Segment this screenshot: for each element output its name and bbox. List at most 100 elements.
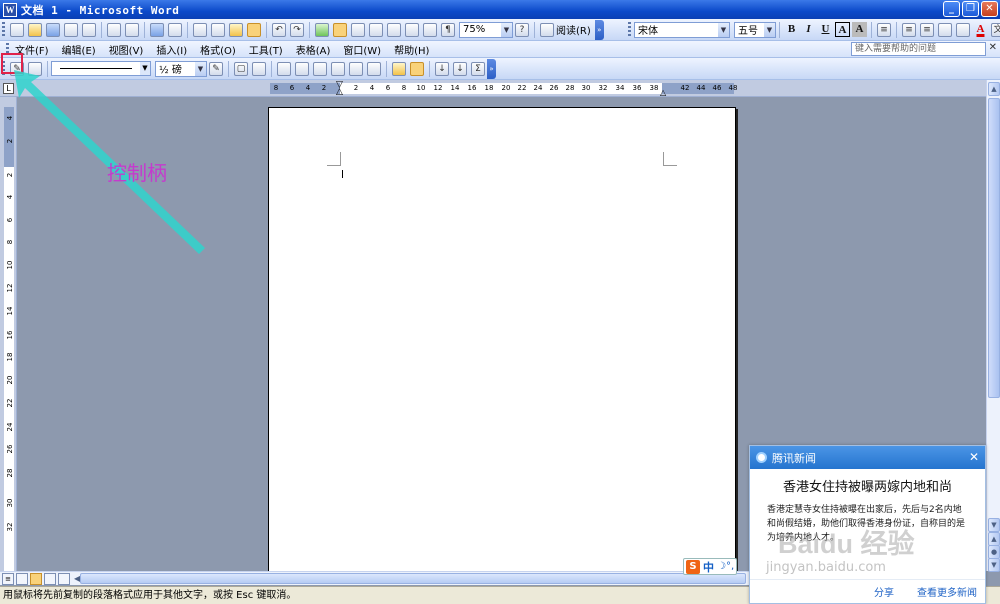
- print-layout-view-icon[interactable]: [30, 572, 42, 585]
- horizontal-scroll-thumb[interactable]: [80, 573, 746, 584]
- minimize-button[interactable]: _: [943, 1, 960, 17]
- increase-indent-icon[interactable]: [956, 22, 970, 37]
- tables-borders-icon[interactable]: [333, 22, 347, 37]
- scroll-thumb[interactable]: [988, 98, 1000, 398]
- bold-button[interactable]: B: [784, 22, 799, 37]
- show-gridlines-icon[interactable]: [410, 61, 424, 76]
- research-icon[interactable]: [168, 22, 182, 37]
- merge-cells-icon[interactable]: [295, 61, 309, 76]
- show-hide-icon[interactable]: ¶: [441, 22, 455, 37]
- font-size-combo[interactable]: 五号 ▼: [734, 21, 776, 38]
- ime-mode-label[interactable]: 中: [703, 559, 714, 575]
- bullets-icon[interactable]: ≡: [920, 22, 934, 37]
- help-search-input[interactable]: 键入需要帮助的问题: [851, 42, 986, 56]
- toolbar-grip[interactable]: [628, 21, 631, 38]
- moon-icon[interactable]: ☽: [717, 561, 726, 572]
- sort-descending-icon[interactable]: ↓: [453, 61, 467, 76]
- scroll-up-button[interactable]: ▲: [988, 82, 1000, 96]
- zoom-combo[interactable]: 75% ▼: [459, 21, 513, 38]
- character-shading-button[interactable]: A: [852, 22, 867, 37]
- vertical-scrollbar[interactable]: ▲ ▼ ▲ ● ▼: [986, 80, 1000, 572]
- distribute-rows-icon[interactable]: [349, 61, 363, 76]
- redo-icon[interactable]: ↷: [290, 22, 304, 37]
- new-document-icon[interactable]: [10, 22, 24, 37]
- decrease-indent-icon[interactable]: [938, 22, 952, 37]
- insert-table-icon[interactable]: [351, 22, 365, 37]
- spelling-icon[interactable]: [150, 22, 164, 37]
- close-document-icon[interactable]: ✕: [989, 42, 997, 53]
- chevron-down-icon[interactable]: ▼: [718, 22, 729, 37]
- scroll-down-button[interactable]: ▼: [988, 518, 1000, 532]
- news-headline[interactable]: 香港女住持被曝两嫁内地和尚: [750, 476, 985, 495]
- columns-icon[interactable]: [387, 22, 401, 37]
- open-icon[interactable]: [28, 22, 42, 37]
- right-indent-marker-icon[interactable]: △: [660, 88, 666, 97]
- menu-edit[interactable]: 编辑(E): [62, 42, 96, 57]
- email-icon[interactable]: [82, 22, 96, 37]
- format-painter-icon[interactable]: [247, 22, 261, 37]
- next-page-button[interactable]: ▼: [988, 558, 1000, 572]
- punctuation-icon[interactable]: °,: [726, 561, 734, 572]
- left-indent-marker-icon[interactable]: ▽ △: [336, 81, 343, 97]
- toolbar-options-icon[interactable]: »: [487, 58, 496, 79]
- underline-button[interactable]: U: [818, 22, 833, 37]
- phonetic-guide-icon[interactable]: 文: [991, 22, 1000, 37]
- select-browse-object-button[interactable]: ●: [988, 545, 1000, 559]
- font-combo[interactable]: 宋体 ▼: [634, 21, 730, 38]
- table-autoformat-icon[interactable]: [392, 61, 406, 76]
- toolbar-options-icon[interactable]: »: [594, 19, 604, 40]
- help-icon[interactable]: ?: [515, 22, 529, 37]
- italic-button[interactable]: I: [801, 22, 816, 37]
- character-border-button[interactable]: A: [835, 22, 850, 37]
- print-icon[interactable]: [107, 22, 121, 37]
- web-layout-view-icon[interactable]: [16, 572, 28, 585]
- toolbar-grip[interactable]: [2, 21, 5, 38]
- drawing-icon[interactable]: [405, 22, 419, 37]
- previous-page-button[interactable]: ▲: [988, 532, 1000, 546]
- read-button-label[interactable]: 阅读(R): [556, 22, 591, 37]
- distribute-columns-icon[interactable]: [367, 61, 381, 76]
- insert-excel-icon[interactable]: [369, 22, 383, 37]
- shading-color-icon[interactable]: [252, 61, 266, 76]
- menu-insert[interactable]: 插入(I): [156, 42, 187, 57]
- sort-ascending-icon[interactable]: ↓: [435, 61, 449, 76]
- word-app-icon[interactable]: W: [3, 2, 17, 17]
- print-preview-icon[interactable]: [125, 22, 139, 37]
- undo-icon[interactable]: ↶: [272, 22, 286, 37]
- menu-format[interactable]: 格式(O): [200, 42, 236, 57]
- chevron-down-icon[interactable]: ▼: [764, 22, 775, 37]
- menu-tools[interactable]: 工具(T): [249, 42, 283, 57]
- paste-icon[interactable]: [229, 22, 243, 37]
- save-icon[interactable]: [46, 22, 60, 37]
- autosum-icon[interactable]: Σ: [471, 61, 485, 76]
- chevron-down-icon[interactable]: ▼: [501, 22, 512, 37]
- sogou-ime-icon[interactable]: S: [686, 559, 700, 574]
- align-icon[interactable]: [331, 61, 345, 76]
- close-button[interactable]: ✕: [981, 1, 998, 17]
- close-icon[interactable]: ✕: [969, 450, 979, 464]
- align-justify-icon[interactable]: ≡: [877, 22, 891, 37]
- share-link[interactable]: 分享: [874, 584, 894, 599]
- font-color-button[interactable]: A: [973, 22, 988, 37]
- copy-icon[interactable]: [211, 22, 225, 37]
- menu-view[interactable]: 视图(V): [109, 42, 144, 57]
- normal-view-icon[interactable]: ≡: [2, 572, 14, 585]
- document-page[interactable]: [268, 107, 736, 571]
- hyperlink-icon[interactable]: [315, 22, 329, 37]
- menu-table[interactable]: 表格(A): [296, 42, 331, 57]
- numbering-icon[interactable]: ≡: [902, 22, 916, 37]
- reading-layout-view-icon[interactable]: [58, 572, 70, 585]
- ime-toolbar[interactable]: S 中 ☽ °,: [683, 558, 738, 575]
- read-icon[interactable]: [540, 22, 554, 37]
- permission-icon[interactable]: [64, 22, 78, 37]
- menu-help[interactable]: 帮助(H): [394, 42, 429, 57]
- split-cells-icon[interactable]: [313, 61, 327, 76]
- cut-icon[interactable]: [193, 22, 207, 37]
- menu-window[interactable]: 窗口(W): [343, 42, 381, 57]
- outline-view-icon[interactable]: [44, 572, 56, 585]
- insert-table-icon[interactable]: [277, 61, 291, 76]
- more-news-link[interactable]: 查看更多新闻: [917, 584, 977, 599]
- document-map-icon[interactable]: [423, 22, 437, 37]
- outside-border-icon[interactable]: ▢: [234, 61, 248, 76]
- maximize-button[interactable]: ❐: [962, 1, 979, 17]
